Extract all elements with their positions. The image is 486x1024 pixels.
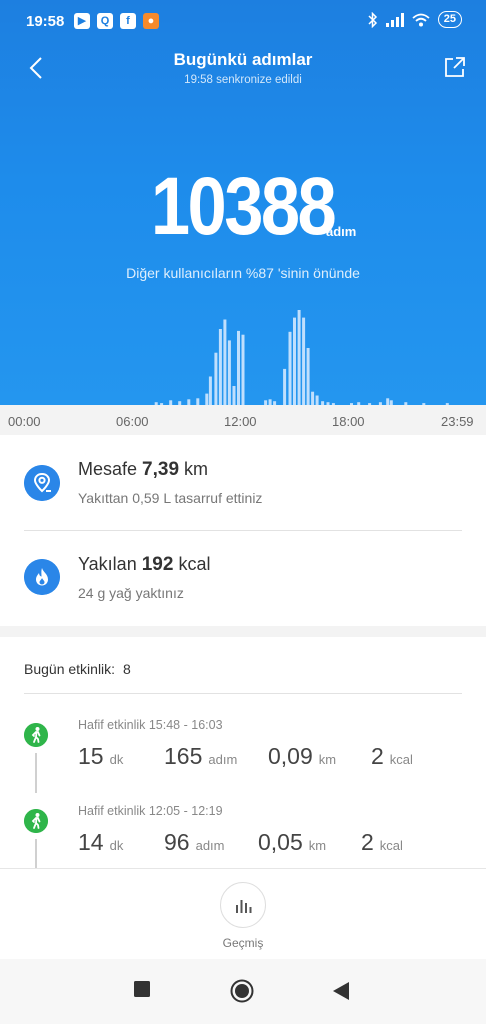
distance-title: Mesafe 7,39 km [78, 459, 208, 481]
activity-count: Bugün etkinlik: 8 [24, 661, 131, 677]
steps-header: 19:58 ▶ Q f ● 25 Bugünkü adımlar 19:58 s… [0, 0, 486, 405]
activity-minutes: 15 [78, 743, 104, 769]
divider [24, 693, 462, 694]
facebook-icon: f [120, 13, 136, 29]
minutes-unit: dk [109, 752, 124, 767]
distance-label: Mesafe [78, 459, 138, 479]
activity-kcal: 2 [371, 743, 384, 769]
chart-bar [208, 376, 212, 405]
distance-unit: km [308, 838, 327, 853]
time-tick-label: 00:00 [8, 414, 41, 429]
activity-title: Hafif etkinlik 15:48 - 16:03 [78, 718, 223, 732]
chart-bar [205, 393, 209, 405]
steps-unit: adım [195, 838, 225, 853]
time-tick-label: 23:59 [441, 414, 474, 429]
share-icon[interactable] [444, 56, 466, 78]
activity-distance: 0,05 [258, 829, 303, 855]
q-app-icon: Q [97, 13, 113, 29]
youtube-icon: ▶ [74, 13, 90, 29]
history-button[interactable] [220, 882, 266, 928]
distance-unit: km [318, 752, 337, 767]
walking-icon [24, 809, 48, 833]
chart-bar [293, 317, 296, 405]
timeline-connector [35, 753, 37, 793]
time-tick-label: 18:00 [332, 414, 365, 429]
walking-icon [24, 723, 48, 747]
chart-bar [297, 310, 301, 405]
calories-row[interactable]: Yakılan 192 kcal 24 g yağ yaktınız [0, 531, 486, 626]
flame-icon [24, 559, 60, 595]
timeline-connector [35, 839, 37, 868]
chart-bar [214, 352, 218, 405]
chart-bar [311, 391, 315, 405]
back-nav-icon[interactable] [333, 982, 349, 1000]
bar-chart-icon [236, 900, 252, 913]
activity-minutes: 14 [78, 829, 104, 855]
time-axis: 00:00 06:00 12:00 18:00 23:59 [0, 405, 486, 435]
calories-label: Yakılan [78, 554, 137, 574]
step-count: 10388 adım [0, 160, 486, 254]
battery-icon: 25 [437, 11, 462, 28]
summary-card: Mesafe 7,39 km Yakıttan 0,59 L tasarruf … [0, 435, 486, 626]
hourly-steps-chart[interactable] [0, 290, 486, 405]
calories-title: Yakılan 192 kcal [78, 554, 210, 576]
activity-distance: 0,09 [268, 743, 313, 769]
chart-bar [302, 317, 306, 405]
status-time: 19:58 [26, 13, 65, 30]
page-title: Bugünkü adımlar [173, 50, 313, 69]
calories-value: 192 [141, 554, 174, 575]
rank-text: Diğer kullanıcıların %87 'sinin önünde [126, 265, 360, 281]
minutes-unit: dk [109, 838, 124, 853]
fuel-saved-text: Yakıttan 0,59 L tasarruf ettiniz [78, 490, 263, 506]
time-tick-label: 06:00 [116, 414, 149, 429]
signal-icon [385, 12, 404, 27]
chart-bar [232, 386, 236, 405]
time-tick-label: 12:00 [224, 414, 257, 429]
fat-burned-text: 24 g yağ yaktınız [78, 585, 184, 601]
activity-kcal: 2 [361, 829, 374, 855]
step-count-value: 10388 [151, 161, 337, 252]
steps-unit: adım [208, 752, 238, 767]
chart-bar [241, 334, 245, 405]
activities-card: Bugün etkinlik: 8 Hafif etkinlik 15:48 -… [0, 637, 486, 868]
chart-bar [315, 395, 319, 405]
activity-count-label: Bugün etkinlik: [24, 661, 116, 677]
activity-steps: 165 [164, 743, 203, 769]
system-nav-bar [0, 959, 486, 1024]
notification-icons: ▶ Q f ● [74, 13, 159, 29]
status-right: 25 [368, 11, 462, 28]
chart-bar [227, 340, 231, 405]
step-count-unit: adım [326, 224, 357, 239]
kcal-unit: kcal [379, 838, 403, 853]
chart-bar [223, 319, 227, 405]
bluetooth-icon [368, 11, 377, 28]
status-bar: 19:58 ▶ Q f ● 25 [0, 0, 486, 44]
chart-bar [218, 329, 222, 405]
calories-unit: kcal [178, 554, 211, 574]
history-label: Geçmiş [222, 936, 264, 950]
distance-row[interactable]: Mesafe 7,39 km Yakıttan 0,59 L tasarruf … [0, 435, 486, 530]
sync-status: 19:58 senkronize edildi [184, 74, 302, 86]
recents-icon[interactable] [134, 981, 150, 997]
chart-bar [386, 398, 390, 405]
chart-bar [306, 348, 310, 405]
chart-bar [283, 368, 287, 405]
distance-unit: km [184, 459, 209, 479]
orange-app-icon: ● [143, 13, 159, 29]
activity-steps: 96 [164, 829, 190, 855]
kcal-unit: kcal [389, 752, 413, 767]
chart-bar [288, 331, 292, 405]
chart-bar [196, 398, 200, 405]
activity-title: Hafif etkinlik 12:05 - 12:19 [78, 804, 223, 818]
bottom-bar: Geçmiş [0, 868, 486, 959]
home-icon[interactable] [230, 979, 254, 1003]
distance-pin-icon [24, 465, 60, 501]
chart-bar [237, 330, 240, 405]
wifi-icon [412, 13, 430, 26]
distance-value: 7,39 [142, 459, 180, 480]
activity-count-value: 8 [122, 661, 131, 677]
